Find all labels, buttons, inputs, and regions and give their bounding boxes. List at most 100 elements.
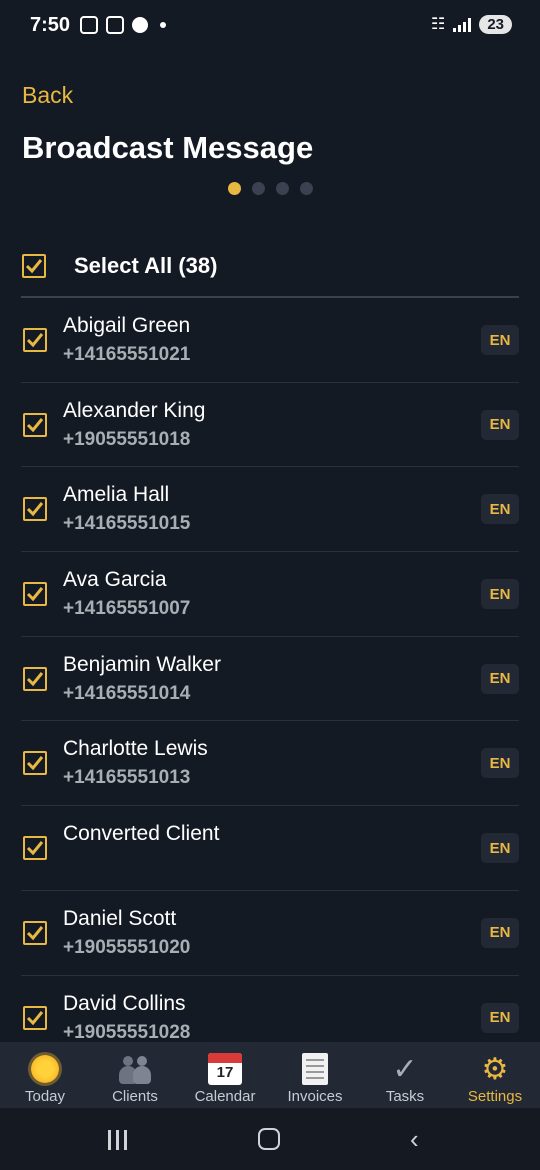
status-system-icons: ☷ 23 [431, 14, 512, 34]
bottom-nav: Today Clients 17 Calendar Invoices ✓ Tas… [0, 1042, 540, 1108]
language-badge[interactable]: EN [481, 409, 519, 440]
contact-phone: +19055551018 [63, 428, 191, 450]
nav-label: Today [24, 1088, 66, 1105]
contact-name: Benjamin Walker [63, 652, 221, 676]
status-time: 7:50 [30, 14, 71, 36]
contact-name: Amelia Hall [63, 483, 170, 507]
step-dot-2 [252, 182, 265, 195]
checkmark-icon [26, 502, 44, 517]
contact-checkbox[interactable] [23, 666, 47, 691]
sun-icon [31, 1052, 59, 1086]
system-nav-bar: ‹ [0, 1108, 540, 1170]
contact-name: Daniel Scott [63, 906, 177, 930]
checkmark-icon [26, 756, 44, 771]
contact-checkbox[interactable] [23, 412, 47, 437]
contact-phone: +14165551014 [63, 682, 191, 704]
back-button[interactable]: Back [22, 82, 73, 109]
contact-checkbox[interactable] [23, 582, 47, 607]
language-badge[interactable]: EN [481, 917, 519, 948]
language-badge[interactable]: EN [481, 579, 519, 610]
cast-icon [106, 16, 124, 34]
contact-checkbox[interactable] [23, 1005, 47, 1030]
nav-item-settings[interactable]: ⚙ Settings [450, 1042, 540, 1108]
checkmark-icon [25, 259, 43, 274]
contact-checkbox[interactable] [23, 836, 47, 861]
language-badge[interactable]: EN [481, 494, 519, 525]
contact-phone: +14165551015 [63, 513, 191, 535]
status-notification-icons [80, 16, 166, 34]
checkmark-icon [26, 841, 44, 856]
contact-phone: +14165551021 [63, 344, 191, 365]
nav-label: Calendar [194, 1088, 256, 1105]
contact-row[interactable]: Abigail Green +14165551021 EN [21, 298, 519, 383]
app-notification-icon [132, 17, 148, 33]
nav-item-tasks[interactable]: ✓ Tasks [360, 1042, 450, 1108]
select-all-checkbox[interactable] [22, 254, 46, 278]
nav-item-calendar[interactable]: 17 Calendar [180, 1042, 270, 1108]
nav-item-clients[interactable]: Clients [90, 1042, 180, 1108]
contact-name: Ava Garcia [63, 568, 167, 592]
nav-item-invoices[interactable]: Invoices [270, 1042, 360, 1108]
language-badge[interactable]: EN [481, 833, 519, 864]
checkmark-icon [26, 587, 44, 602]
contact-row[interactable]: Daniel Scott +19055551020 EN [21, 891, 519, 976]
contact-phone: +14165551007 [63, 598, 191, 620]
contact-checkbox[interactable] [23, 920, 47, 945]
broadcast-message-screen: 7:50 ☷ 23 Back Broadcast Message Select … [0, 0, 540, 1170]
calendar-day: 17 [216, 1064, 234, 1081]
checkmark-icon [26, 1010, 44, 1025]
home-button[interactable] [258, 1128, 280, 1150]
contact-name: Abigail Green [63, 314, 191, 337]
contact-checkbox[interactable] [23, 328, 47, 352]
checkmark-icon [26, 417, 44, 432]
step-indicator [228, 182, 313, 195]
step-dot-3 [276, 182, 289, 195]
contact-list: Abigail Green +14165551021 EN Alexander … [21, 298, 519, 1061]
language-badge[interactable]: EN [481, 325, 519, 355]
page-title: Broadcast Message [22, 130, 314, 165]
contact-checkbox[interactable] [23, 751, 47, 776]
screenshot-icon [80, 16, 98, 34]
checkmark-icon [26, 671, 44, 686]
step-dot-4 [300, 182, 313, 195]
checkmark-icon: ✓ [392, 1052, 418, 1086]
battery-indicator: 23 [479, 14, 512, 34]
contact-checkbox[interactable] [23, 497, 47, 522]
contact-phone: +19055551020 [63, 936, 191, 958]
nav-label: Clients [112, 1088, 158, 1105]
step-dot-1 [228, 182, 241, 195]
nav-label: Tasks [385, 1088, 425, 1105]
select-all-label: Select All (38) [74, 253, 218, 278]
document-icon [302, 1052, 328, 1086]
nav-label: Invoices [287, 1088, 343, 1105]
nav-label: Settings [467, 1088, 523, 1105]
contact-row[interactable]: Alexander King +19055551018 EN [21, 383, 519, 468]
more-notifications-icon [160, 22, 166, 28]
language-badge[interactable]: EN [481, 748, 519, 779]
status-bar: 7:50 ☷ 23 [0, 0, 540, 54]
calendar-icon: 17 [208, 1052, 242, 1086]
contact-name: Converted Client [63, 822, 220, 846]
people-icon [117, 1052, 153, 1086]
language-badge[interactable]: EN [481, 663, 519, 694]
gear-icon: ⚙ [481, 1052, 509, 1086]
checkmark-icon [26, 925, 44, 941]
wifi-icon: ☷ [430, 16, 446, 33]
contact-name: Alexander King [63, 398, 206, 422]
recents-button[interactable] [108, 1130, 127, 1150]
contact-row[interactable]: Charlotte Lewis +14165551013 EN [21, 721, 519, 807]
nav-item-today[interactable]: Today [0, 1042, 90, 1108]
contact-row[interactable]: Amelia Hall +14165551015 EN [21, 467, 519, 553]
contact-phone: +19055551028 [63, 1021, 191, 1043]
language-badge[interactable]: EN [481, 1002, 519, 1033]
contact-row[interactable]: Ava Garcia +14165551007 EN [21, 552, 519, 637]
contact-name: Charlotte Lewis [63, 737, 208, 761]
contact-phone: +14165551013 [63, 767, 191, 789]
contact-row[interactable]: Benjamin Walker +14165551014 EN [21, 637, 519, 722]
contact-name: David Collins [63, 991, 186, 1015]
select-all-row[interactable]: Select All (38) [22, 236, 520, 296]
signal-icon [453, 16, 472, 32]
contact-row[interactable]: Converted Client EN [21, 806, 519, 891]
checkmark-icon [26, 333, 44, 348]
system-back-button[interactable]: ‹ [410, 1124, 419, 1155]
